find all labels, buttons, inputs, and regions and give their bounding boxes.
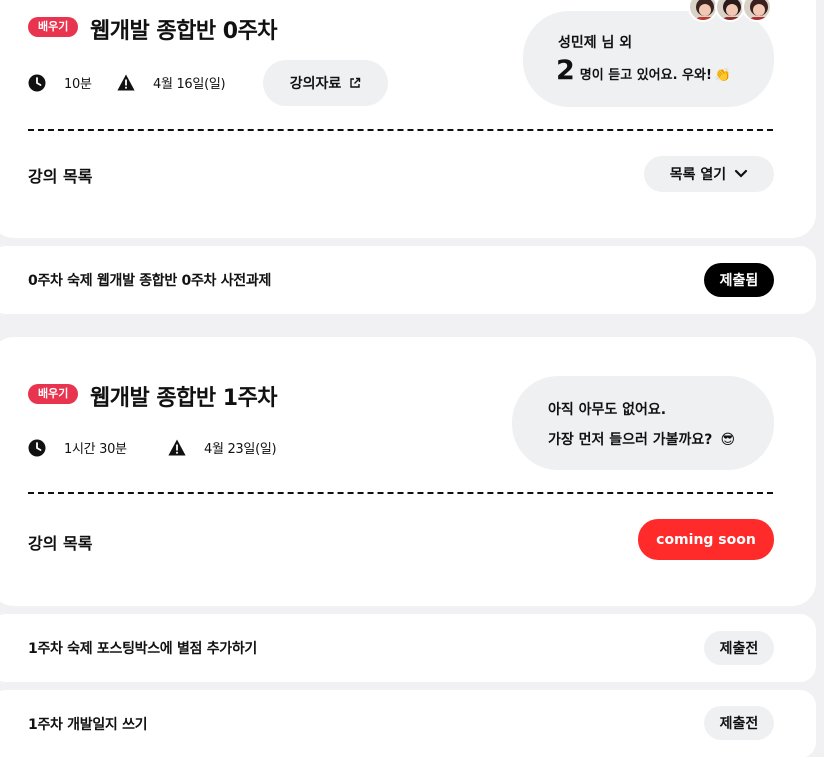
pending-badge-label: 제출전 bbox=[719, 641, 759, 657]
warning-icon bbox=[168, 439, 186, 456]
pending-badge-label: 제출전 bbox=[719, 716, 759, 732]
week0-date: 4월 16일(일) bbox=[117, 73, 226, 92]
homework-title: 0주차 숙제 웹개발 종합반 0주차 사전과제 bbox=[28, 273, 272, 289]
empty-line2-row: 가장 먼저 들으러 가볼까요? 😎 bbox=[548, 429, 735, 449]
week0-duration: 10분 bbox=[28, 73, 92, 92]
pending-badge[interactable]: 제출전 bbox=[704, 631, 774, 665]
submitted-badge-label: 제출됨 bbox=[719, 273, 759, 289]
submitted-badge[interactable]: 제출됨 bbox=[704, 263, 774, 297]
week1-title: 웹개발 종합반 1주차 bbox=[90, 386, 278, 411]
listeners-name: 성민제 님 외 bbox=[558, 35, 633, 51]
coming-soon-badge: coming soon bbox=[638, 519, 774, 560]
listeners-count: 2 bbox=[556, 55, 575, 86]
empty-line2: 가장 먼저 들으러 가볼까요? bbox=[548, 432, 713, 448]
divider bbox=[28, 129, 773, 131]
week1-duration: 1시간 30분 bbox=[28, 438, 127, 457]
clock-icon bbox=[28, 74, 46, 91]
week1-date: 4월 23일(일) bbox=[168, 438, 277, 457]
week0-date-text: 4월 16일(일) bbox=[153, 77, 226, 92]
week1-duration-text: 1시간 30분 bbox=[64, 442, 127, 457]
warning-icon bbox=[117, 74, 135, 91]
clap-icon: 👏 bbox=[714, 68, 732, 83]
week0-duration-text: 10분 bbox=[64, 77, 92, 92]
week1-date-text: 4월 23일(일) bbox=[204, 442, 277, 457]
materials-button[interactable]: 강의자료 bbox=[263, 60, 388, 106]
pending-badge[interactable]: 제출전 bbox=[704, 706, 774, 740]
week0-title: 웹개발 종합반 0주차 bbox=[90, 19, 278, 44]
divider bbox=[28, 492, 773, 494]
open-list-button[interactable]: 목록 열기 bbox=[644, 156, 774, 192]
open-list-label: 목록 열기 bbox=[669, 167, 727, 183]
listeners-line: 2 명이 듣고 있어요. 우와! 👏 bbox=[556, 55, 731, 86]
listeners-suffix: 명이 듣고 있어요. 우와! bbox=[579, 68, 712, 83]
homework-title: 1주차 개발일지 쓰기 bbox=[28, 717, 148, 733]
week0-tag: 배우기 bbox=[28, 17, 79, 37]
materials-button-label: 강의자료 bbox=[289, 76, 342, 92]
week1-list-label: 강의 목록 bbox=[28, 534, 93, 553]
sunglasses-icon: 😎 bbox=[720, 432, 736, 448]
coming-soon-label: coming soon bbox=[656, 531, 756, 548]
external-link-icon bbox=[350, 77, 361, 88]
week1-tag: 배우기 bbox=[28, 384, 79, 404]
listeners-bubble: 성민제 님 외 2 명이 듣고 있어요. 우와! 👏 bbox=[523, 11, 774, 107]
empty-line1: 아직 아무도 없어요. bbox=[548, 402, 667, 418]
clock-icon bbox=[28, 439, 46, 456]
homework-title: 1주차 숙제 포스팅박스에 별점 추가하기 bbox=[28, 641, 258, 657]
week0-list-label: 강의 목록 bbox=[28, 167, 93, 186]
empty-listeners-bubble: 아직 아무도 없어요. 가장 먼저 들으러 가볼까요? 😎 bbox=[512, 376, 774, 470]
chevron-down-icon bbox=[735, 169, 748, 178]
